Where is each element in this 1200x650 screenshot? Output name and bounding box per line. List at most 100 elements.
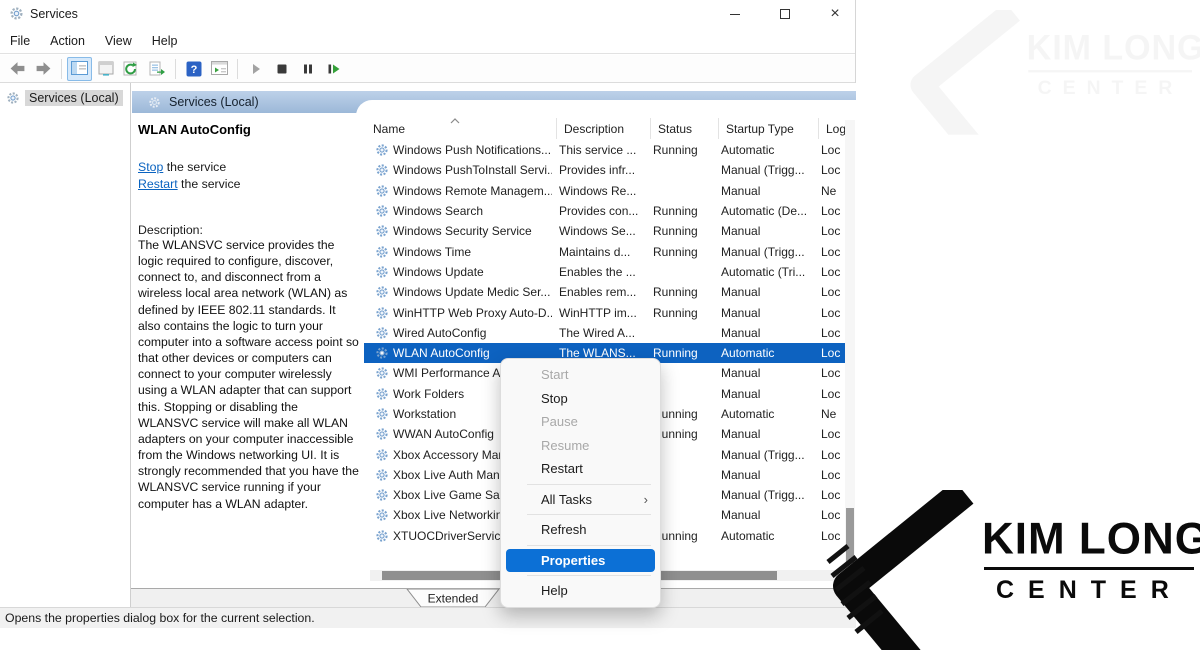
- service-name: Windows Remote Managem...: [393, 184, 552, 198]
- services-gear-icon: [6, 91, 20, 105]
- close-button[interactable]: ×: [812, 0, 858, 28]
- service-gear-icon: [375, 448, 389, 462]
- table-row[interactable]: Windows Update Medic Ser... Enables rem.…: [364, 282, 846, 302]
- stop-service-button[interactable]: [269, 57, 294, 81]
- table-row[interactable]: Windows Search Provides con... Running A…: [364, 201, 846, 221]
- restart-service-button[interactable]: [321, 57, 346, 81]
- service-status-cell: Running: [646, 224, 714, 238]
- start-service-icon: [249, 62, 263, 76]
- back-button[interactable]: [5, 57, 30, 81]
- forward-button[interactable]: [31, 57, 56, 81]
- column-header-description[interactable]: Description: [556, 118, 650, 139]
- help-icon: ?: [186, 61, 202, 77]
- kim-long-watermark: KIM LONG CENTER: [905, 10, 1200, 135]
- submenu-arrow-icon: ›: [644, 492, 648, 507]
- back-arrow-icon: [9, 60, 26, 77]
- service-gear-icon: [375, 285, 389, 299]
- menu-item-start[interactable]: Start: [501, 363, 660, 387]
- menu-action[interactable]: Action: [40, 30, 95, 52]
- table-row[interactable]: Wired AutoConfig The Wired A... Manual L…: [364, 323, 846, 343]
- service-gear-icon: [375, 366, 389, 380]
- service-gear-icon: [375, 387, 389, 401]
- menu-file[interactable]: File: [0, 30, 40, 52]
- service-logon-cell: Loc: [814, 468, 846, 482]
- menu-item-resume[interactable]: Resume: [501, 434, 660, 458]
- pause-service-icon: [301, 62, 315, 76]
- service-startup-type-cell: Manual (Trigg...: [714, 245, 814, 259]
- service-name: Xbox Live Game Save: [393, 488, 512, 502]
- menu-item-restart[interactable]: Restart: [501, 457, 660, 481]
- service-name: Work Folders: [393, 387, 464, 401]
- service-gear-icon: [375, 529, 389, 543]
- column-header-startup-type[interactable]: Startup Type: [718, 118, 818, 139]
- table-row[interactable]: Windows Update Enables the ... Automatic…: [364, 262, 846, 282]
- menu-item-all-tasks[interactable]: All Tasks›: [501, 488, 660, 512]
- start-service-button[interactable]: [243, 57, 268, 81]
- minimize-button[interactable]: [712, 0, 758, 28]
- service-description-cell: Enables the ...: [552, 265, 646, 279]
- column-header-log-on-as[interactable]: Log On As: [818, 118, 846, 139]
- table-row[interactable]: WinHTTP Web Proxy Auto-D... WinHTTP im..…: [364, 302, 846, 322]
- service-logon-cell: Loc: [814, 427, 846, 441]
- service-status-cell: Running: [646, 143, 714, 157]
- stop-service-link[interactable]: Stop: [138, 160, 163, 174]
- table-row[interactable]: Windows Remote Managem... Windows Re... …: [364, 181, 846, 201]
- pause-service-button[interactable]: [295, 57, 320, 81]
- service-name: Windows PushToInstall Servi...: [393, 163, 552, 177]
- table-row[interactable]: Windows Time Maintains d... Running Manu…: [364, 241, 846, 261]
- maximize-icon: [780, 9, 790, 19]
- column-header-name[interactable]: Name: [368, 118, 556, 139]
- restart-service-link[interactable]: Restart: [138, 177, 178, 191]
- help-button[interactable]: ?: [181, 57, 206, 81]
- tab-extended[interactable]: Extended: [407, 589, 499, 607]
- action-pane-icon: [211, 61, 228, 76]
- sort-ascending-icon: [450, 118, 460, 124]
- restart-service-icon: [326, 62, 341, 76]
- service-name: Windows Update: [393, 265, 484, 279]
- toolbar: ?: [0, 55, 855, 83]
- service-gear-icon: [375, 326, 389, 340]
- logo-line1: KIM LONG: [1027, 28, 1200, 68]
- service-startup-type-cell: Automatic (De...: [714, 204, 814, 218]
- refresh-button[interactable]: [119, 57, 144, 81]
- menu-item-refresh[interactable]: Refresh: [501, 518, 660, 542]
- service-logon-cell: Loc: [814, 346, 846, 360]
- services-window: Services × File Action View Help: [0, 0, 856, 628]
- menu-separator: [527, 575, 651, 576]
- status-bar-text: Opens the properties dialog box for the …: [5, 611, 315, 625]
- service-gear-icon: [375, 143, 389, 157]
- service-gear-icon: [375, 488, 389, 502]
- column-header-status[interactable]: Status: [650, 118, 718, 139]
- service-info-pane: WLAN AutoConfig Stop the service Restart…: [134, 113, 356, 588]
- service-startup-type-cell: Manual: [714, 306, 814, 320]
- service-startup-type-cell: Manual: [714, 468, 814, 482]
- table-row[interactable]: Windows Security Service Windows Se... R…: [364, 221, 846, 241]
- menu-item-pause[interactable]: Pause: [501, 410, 660, 434]
- service-startup-type-cell: Manual: [714, 427, 814, 441]
- logo-rule: [984, 567, 1194, 570]
- console-tree-icon: [71, 61, 88, 76]
- service-description-cell: This service ...: [552, 143, 646, 157]
- service-name: Workstation: [393, 407, 456, 421]
- show-console-tree-button[interactable]: [67, 57, 92, 81]
- menu-help[interactable]: Help: [142, 30, 188, 52]
- menu-view[interactable]: View: [95, 30, 142, 52]
- menu-item-properties[interactable]: Properties: [506, 549, 655, 573]
- menu-item-help[interactable]: Help: [501, 579, 660, 603]
- table-row[interactable]: Windows Push Notifications... This servi…: [364, 140, 846, 160]
- kim-long-chevron-icon: [905, 10, 1022, 135]
- table-row[interactable]: Windows PushToInstall Servi... Provides …: [364, 160, 846, 180]
- service-name: WinHTTP Web Proxy Auto-D...: [393, 306, 552, 320]
- properties-toolbar-button[interactable]: [93, 57, 118, 81]
- tree-item-services-local[interactable]: Services (Local): [6, 90, 123, 106]
- service-startup-type-cell: Manual (Trigg...: [714, 163, 814, 177]
- maximize-button[interactable]: [762, 0, 808, 28]
- service-name: Windows Update Medic Ser...: [393, 285, 550, 299]
- show-action-pane-button[interactable]: [207, 57, 232, 81]
- service-logon-cell: Loc: [814, 387, 846, 401]
- context-menu: StartStopPauseResumeRestart All Tasks› Ref…: [500, 358, 661, 608]
- service-logon-cell: Ne: [814, 184, 846, 198]
- service-startup-type-cell: Manual: [714, 184, 814, 198]
- menu-item-stop[interactable]: Stop: [501, 387, 660, 411]
- export-list-button[interactable]: [145, 57, 170, 81]
